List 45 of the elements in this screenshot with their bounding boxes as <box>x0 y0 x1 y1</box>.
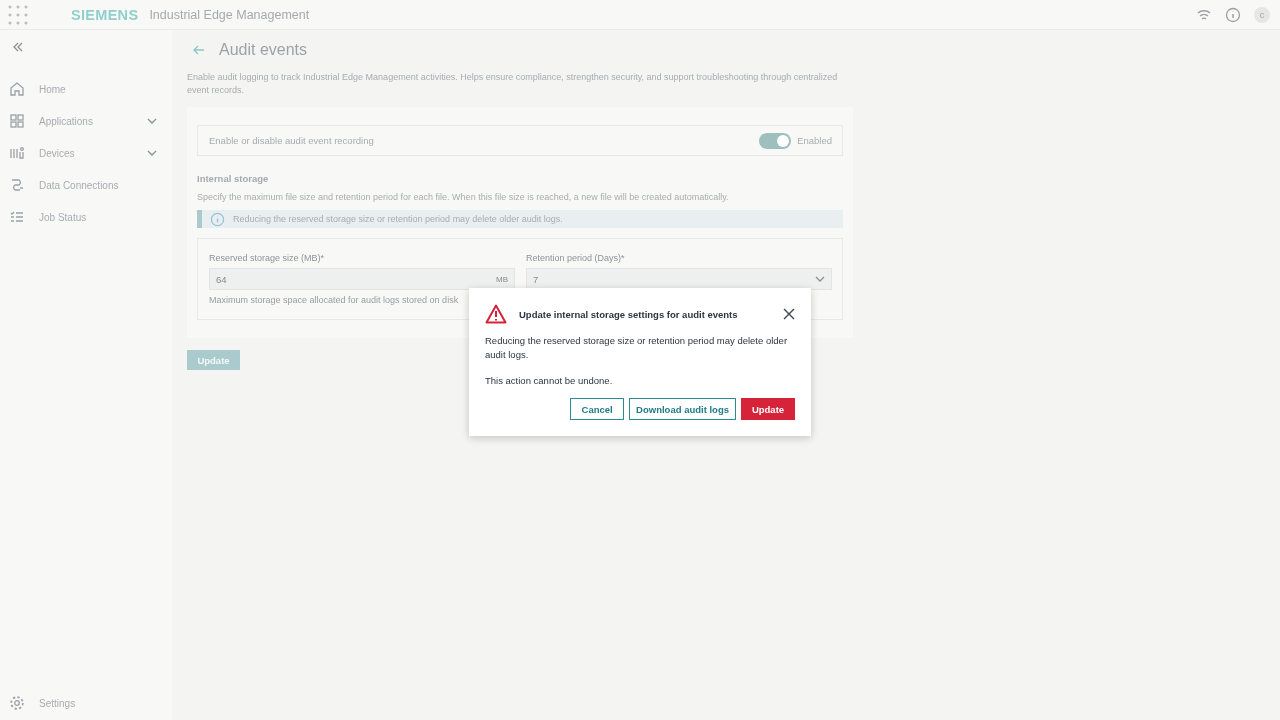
nav-icon <box>9 145 25 161</box>
info-icon <box>210 211 225 227</box>
settings-nav-item[interactable]: Settings <box>0 686 172 720</box>
user-avatar[interactable]: c <box>1254 6 1270 23</box>
chevron-down-icon <box>147 150 157 156</box>
dialog-button[interactable]: Cancel <box>570 398 625 420</box>
app-menu-icon[interactable] <box>8 4 28 25</box>
nav-item[interactable]: Data Connections <box>0 169 172 201</box>
field-label: Reserved storage size (MB)* <box>209 253 326 263</box>
chevron-down-icon <box>147 118 157 124</box>
toggle-state: Enabled <box>797 135 832 146</box>
select-field[interactable]: 7 <box>526 268 832 290</box>
dialog-message: Reducing the reserved storage size or retention period may delete older audit logs. <box>485 334 789 362</box>
section-description: Specify the maximum file size and retention period for each file. When this file size is reached, a new file will be created automatically. <box>197 192 730 202</box>
dialog-button[interactable]: Download audit logs <box>629 398 736 420</box>
update-button[interactable]: Update <box>187 350 240 370</box>
nav-icon <box>9 209 25 225</box>
section-heading: Internal storage <box>197 173 270 184</box>
nav-item[interactable]: Job Status <box>0 201 172 233</box>
dialog-note: This action cannot be undone. <box>485 374 614 388</box>
close-icon[interactable] <box>783 308 795 320</box>
confirm-button[interactable]: Update <box>741 398 795 420</box>
toggle-switch[interactable] <box>759 132 792 149</box>
recording-label: Enable or disable audit event recording <box>209 135 374 146</box>
nav-icon <box>9 81 25 97</box>
back-arrow-icon[interactable] <box>193 45 205 55</box>
dialog-title: Update internal storage settings for audit events <box>519 308 738 320</box>
field-helper: Maximum storage space allocated for audit logs stored on disk <box>209 295 460 305</box>
page-title: Audit events <box>219 41 308 59</box>
field-label: Retention period (Days)* <box>526 253 626 263</box>
nav-icon <box>9 177 25 193</box>
info-icon[interactable] <box>1225 6 1241 23</box>
nav-item[interactable]: Devices <box>0 137 172 169</box>
collapse-icon[interactable] <box>12 42 24 52</box>
app-title: Industrial Edge Management <box>149 7 310 22</box>
brand-logo: SIEMENS <box>71 6 139 23</box>
page-description: Enable audit logging to track Industrial Edge Management activities. Helps ensure compliance, strengthen security, and support troubleshooting through centralized event records. <box>187 71 839 97</box>
warning-icon <box>485 304 507 324</box>
nav-item[interactable]: Home <box>0 73 172 105</box>
input-field[interactable]: 64 MB <box>209 268 515 290</box>
nav-item[interactable]: Applications <box>0 105 172 137</box>
network-icon[interactable] <box>1196 7 1212 22</box>
chevron-down-icon <box>815 276 825 282</box>
nav-icon <box>9 113 25 129</box>
settings-icon <box>9 695 25 711</box>
